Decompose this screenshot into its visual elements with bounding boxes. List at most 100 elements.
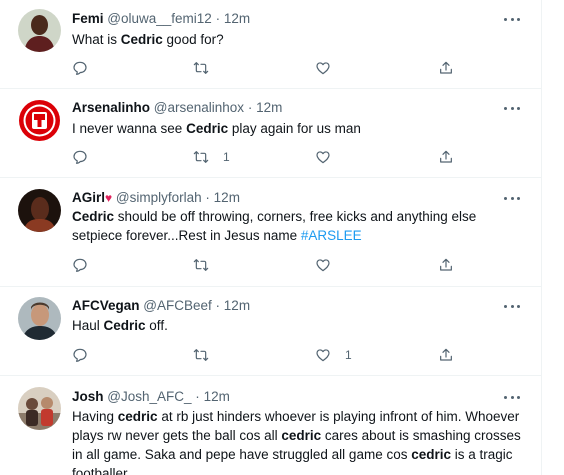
reply-icon [73,61,87,75]
display-name[interactable]: AFCVegan [72,298,140,313]
like-button[interactable] [315,148,345,166]
highlighted-keyword: cedric [117,409,158,424]
tweet-text-segment: What is [72,32,121,47]
retweet-count: 1 [223,150,230,164]
display-name[interactable]: Arsenalinho [72,100,150,115]
reply-button[interactable] [72,148,102,166]
retweet-icon [193,151,209,163]
highlighted-keyword: Cedric [120,32,163,47]
timestamp[interactable]: 12m [204,389,230,404]
tweet-actions: 1 [72,148,452,166]
timestamp[interactable]: 12m [214,190,240,205]
more-icon[interactable] [504,190,520,206]
tweet-text: Cedric should be off throwing, corners, … [72,207,524,245]
separator: · [247,100,253,115]
username[interactable]: @simplyforlah [116,190,202,205]
tweet-actions [72,59,452,77]
reply-button[interactable] [72,256,102,274]
tweet-text: I never wanna see Cedric play again for … [72,119,524,138]
tweet[interactable]: Femi @oluwa__femi12 · 12m What is Cedric… [0,0,542,89]
retweet-icon [193,62,209,74]
highlighted-keyword: cedric [281,428,322,443]
avatar[interactable] [18,387,61,430]
tweet-text: What is Cedric good for? [72,30,524,49]
display-name[interactable]: AGirl [72,190,105,205]
retweet-button[interactable] [193,346,223,364]
display-name[interactable]: Josh [72,389,104,404]
highlighted-keyword: cedric [411,447,451,462]
tweet[interactable]: AGirl♥ @simplyforlah · 12m Cedric should… [0,178,542,287]
retweet-button[interactable] [193,256,223,274]
reply-icon [73,258,87,272]
username[interactable]: @AFCBeef [143,298,211,313]
share-icon [440,61,452,74]
avatar[interactable] [18,297,61,340]
timestamp[interactable]: 12m [256,100,282,115]
share-button[interactable] [438,148,454,166]
highlighted-keyword: Cedric [72,209,115,224]
tweet[interactable]: AFCVegan @AFCBeef · 12m Haul Cedric off.… [0,287,542,376]
separator: · [205,190,210,205]
reply-icon [73,348,87,362]
tweet-actions [72,256,452,274]
tweet-text: Having cedric at rb just hinders whoever… [72,407,524,475]
avatar-image [18,189,61,232]
tweet-actions: 1 [72,346,452,364]
username[interactable]: @Josh_AFC_ [107,389,191,404]
avatar-image [18,297,61,340]
tweet-text-segment: play again for us man [228,121,361,136]
avatar[interactable] [18,99,61,142]
tweet-header: Femi @oluwa__femi12 · 12m [72,10,250,28]
tweet-text-segment: Having [72,409,118,424]
retweet-button[interactable]: 1 [193,148,230,166]
avatar-image [18,9,61,52]
separator: · [215,298,221,313]
heart-emoji: ♥ [105,191,113,205]
retweet-icon [193,259,209,271]
like-count: 1 [345,348,352,362]
avatar[interactable] [18,9,61,52]
like-button[interactable]: 1 [315,346,352,364]
tweet-text-segment: should be off throwing, corners, free ki… [72,209,477,243]
like-button[interactable] [315,59,345,77]
highlighted-keyword: Cedric [103,318,146,333]
share-button[interactable] [438,59,454,77]
tweet[interactable]: Josh @Josh_AFC_ · 12m Having cedric at r… [0,376,542,475]
timestamp[interactable]: 12m [224,11,250,26]
more-icon[interactable] [504,298,520,314]
reply-button[interactable] [72,59,102,77]
tweet-header: Josh @Josh_AFC_ · 12m [72,388,230,406]
tweet-text-segment: I never wanna see [72,121,187,136]
more-icon[interactable] [504,100,520,116]
share-button[interactable] [438,346,454,364]
share-icon [440,348,452,361]
hashtag-link[interactable]: #ARSLEE [301,228,362,243]
share-button[interactable] [438,256,454,274]
reply-button[interactable] [72,346,102,364]
more-icon[interactable] [504,11,520,27]
retweet-button[interactable] [193,59,223,77]
share-icon [440,258,452,271]
tweet-text-segment: off. [145,318,168,333]
timestamp[interactable]: 12m [224,298,250,313]
avatar[interactable] [18,189,61,232]
tweet[interactable]: Arsenalinho @arsenalinhox · 12m I never … [0,89,542,178]
more-icon[interactable] [504,389,520,405]
like-icon [316,151,330,164]
display-name[interactable]: Femi [72,11,104,26]
avatar-image [18,387,61,430]
tweet-feed: Femi @oluwa__femi12 · 12m What is Cedric… [0,0,542,475]
separator: · [215,11,221,26]
highlighted-keyword: Cedric [186,121,229,136]
username[interactable]: @oluwa__femi12 [107,11,212,26]
like-icon [316,259,330,272]
like-icon [316,349,330,362]
share-icon [440,150,452,163]
tweet-text-segment: good for? [162,32,224,47]
like-button[interactable] [315,256,345,274]
separator: · [195,389,200,404]
tweet-header: AFCVegan @AFCBeef · 12m [72,297,250,315]
like-icon [316,62,330,75]
tweet-text-segment: Haul [72,318,104,333]
username[interactable]: @arsenalinhox [154,100,244,115]
